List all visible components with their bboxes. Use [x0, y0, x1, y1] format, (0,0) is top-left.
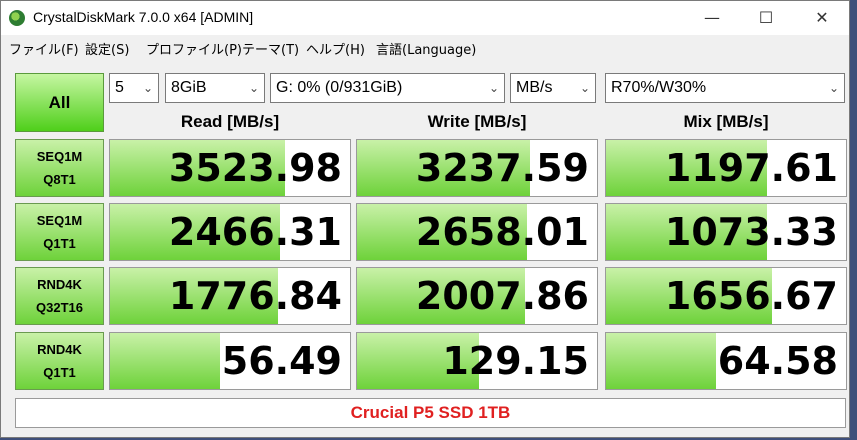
test-size-select[interactable]: 8GiB ⌄	[165, 73, 265, 103]
all-button[interactable]: All	[15, 73, 104, 132]
menu-file[interactable]: ファイル(F)	[9, 39, 79, 58]
row-label-line2: Q8T1	[43, 172, 76, 187]
result-write-rnd4k-q1t1: 129.15	[356, 332, 598, 390]
drive-value: G: 0% (0/931GiB)	[276, 79, 403, 96]
row-label-line1: SEQ1M	[36, 149, 83, 164]
chevron-down-icon: ⌄	[488, 81, 499, 95]
result-read-rnd4k-q1t1: 56.49	[109, 332, 351, 390]
result-read-seq1m-q8t1: 3523.98	[109, 139, 351, 197]
comment-field[interactable]: Crucial P5 SSD 1TB	[15, 398, 846, 428]
chevron-down-icon: ⌄	[579, 81, 590, 95]
result-value: 1073.33	[664, 210, 838, 254]
test-button-seq1m-q8t1[interactable]: SEQ1M Q8T1	[15, 139, 104, 197]
result-value: 1656.67	[664, 274, 838, 318]
menu-profile[interactable]: プロファイル(P)	[146, 39, 242, 58]
result-value: 2466.31	[168, 210, 342, 254]
drive-select[interactable]: G: 0% (0/931GiB) ⌄	[270, 73, 505, 103]
result-value: 56.49	[221, 339, 342, 383]
unit-select[interactable]: MB/s ⌄	[510, 73, 596, 103]
result-write-seq1m-q1t1: 2658.01	[356, 203, 598, 261]
row-label-line1: RND4K	[37, 342, 82, 357]
row-label-line1: RND4K	[37, 277, 82, 292]
row-label-line2: Q1T1	[43, 236, 76, 251]
result-bar	[110, 333, 221, 389]
minimize-button[interactable]: —	[689, 1, 735, 35]
close-button[interactable]: ✕	[799, 1, 845, 35]
write-header: Write [MB/s]	[427, 112, 527, 131]
result-value: 3237.59	[415, 146, 589, 190]
app-window: CrystalDiskMark 7.0.0 x64 [ADMIN] — ☐ ✕ …	[0, 0, 850, 438]
row-label-line1: SEQ1M	[36, 213, 83, 228]
test-button-rnd4k-q32t16[interactable]: RND4K Q32T16	[15, 267, 104, 325]
mix-ratio-value: R70%/W30%	[611, 79, 707, 96]
read-header: Read [MB/s]	[180, 112, 280, 131]
result-value: 1197.61	[664, 146, 838, 190]
menu-theme[interactable]: テーマ(T)	[242, 39, 299, 58]
chevron-down-icon: ⌄	[142, 81, 153, 95]
menu-language[interactable]: 言語(Language)	[376, 39, 476, 58]
result-value: 1776.84	[168, 274, 342, 318]
menu-help[interactable]: ヘルプ(H)	[306, 39, 365, 58]
result-value: 2658.01	[415, 210, 589, 254]
row-label-line2: Q1T1	[43, 365, 76, 380]
result-value: 3523.98	[168, 146, 342, 190]
crystaldiskmark-icon	[9, 10, 25, 26]
result-write-rnd4k-q32t16: 2007.86	[356, 267, 598, 325]
result-read-rnd4k-q32t16: 1776.84	[109, 267, 351, 325]
mix-ratio-select[interactable]: R70%/W30% ⌄	[605, 73, 845, 103]
result-value: 129.15	[442, 339, 589, 383]
window-title: CrystalDiskMark 7.0.0 x64 [ADMIN]	[33, 9, 254, 25]
chevron-down-icon: ⌄	[828, 81, 839, 95]
result-value: 2007.86	[415, 274, 589, 318]
unit-value: MB/s	[516, 79, 553, 96]
chevron-down-icon: ⌄	[248, 81, 259, 95]
test-button-seq1m-q1t1[interactable]: SEQ1M Q1T1	[15, 203, 104, 261]
test-count-select[interactable]: 5 ⌄	[109, 73, 159, 103]
title-bar[interactable]: CrystalDiskMark 7.0.0 x64 [ADMIN] — ☐ ✕	[1, 1, 849, 35]
mix-header: Mix [MB/s]	[683, 112, 769, 131]
menu-settings[interactable]: 設定(S)	[85, 39, 129, 58]
result-mix-rnd4k-q32t16: 1656.67	[605, 267, 847, 325]
result-read-seq1m-q1t1: 2466.31	[109, 203, 351, 261]
result-mix-seq1m-q8t1: 1197.61	[605, 139, 847, 197]
result-mix-rnd4k-q1t1: 64.58	[605, 332, 847, 390]
test-size-value: 8GiB	[171, 79, 207, 96]
menu-bar: ファイル(F) 設定(S) プロファイル(P) テーマ(T) ヘルプ(H) 言語…	[1, 37, 849, 59]
result-value: 64.58	[717, 339, 838, 383]
row-label-line2: Q32T16	[36, 300, 83, 315]
result-write-seq1m-q8t1: 3237.59	[356, 139, 598, 197]
result-mix-seq1m-q1t1: 1073.33	[605, 203, 847, 261]
test-count-value: 5	[115, 79, 124, 96]
result-bar	[606, 333, 717, 389]
test-button-rnd4k-q1t1[interactable]: RND4K Q1T1	[15, 332, 104, 390]
maximize-button[interactable]: ☐	[743, 1, 789, 35]
